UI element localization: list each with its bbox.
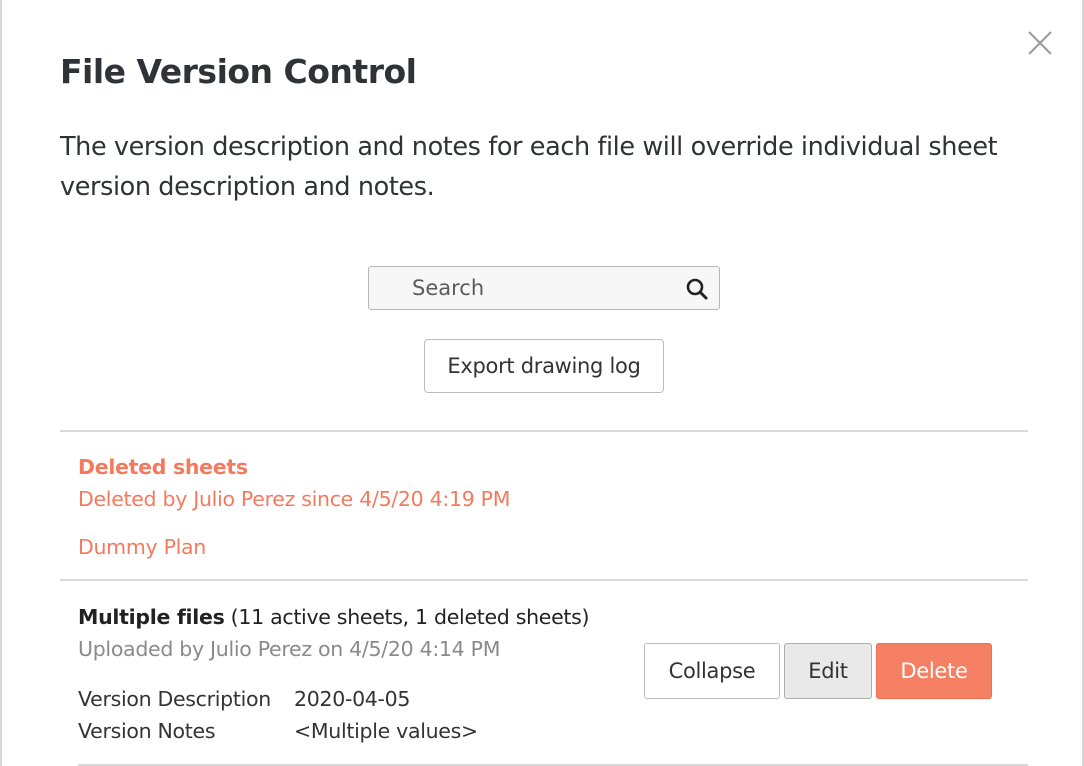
version-description-value: 2020-04-05 bbox=[294, 687, 411, 711]
search-box bbox=[368, 266, 720, 310]
file-group-uploaded-info: Uploaded by Julio Perez on 4/5/20 4:14 P… bbox=[78, 637, 501, 661]
deleted-sheets-title: Deleted sheets bbox=[78, 455, 248, 479]
dialog-title: File Version Control bbox=[60, 52, 417, 91]
version-notes-label: Version Notes bbox=[78, 719, 216, 743]
deleted-sheets-info: Deleted by Julio Perez since 4/5/20 4:19… bbox=[78, 487, 511, 511]
dialog-description: The version description and notes for ea… bbox=[60, 132, 998, 202]
file-group-summary: (11 active sheets, 1 deleted sheets) bbox=[224, 605, 590, 629]
collapse-button[interactable]: Collapse bbox=[644, 643, 780, 699]
edit-button[interactable]: Edit bbox=[784, 643, 872, 699]
version-description-label: Version Description bbox=[78, 687, 271, 711]
close-icon[interactable] bbox=[1024, 28, 1054, 58]
delete-button[interactable]: Delete bbox=[876, 643, 992, 699]
export-drawing-log-button[interactable]: Export drawing log bbox=[424, 339, 664, 393]
divider bbox=[60, 579, 1028, 581]
divider bbox=[60, 430, 1028, 432]
version-notes-value: <Multiple values> bbox=[294, 719, 478, 743]
deleted-sheet-item[interactable]: Dummy Plan bbox=[78, 535, 206, 559]
file-version-control-dialog: File Version Control The version descrip… bbox=[0, 0, 1084, 766]
search-icon[interactable] bbox=[685, 277, 709, 301]
file-group-name: Multiple files bbox=[78, 605, 225, 629]
search-input[interactable] bbox=[370, 268, 670, 308]
file-group-header: Multiple files (11 active sheets, 1 dele… bbox=[78, 605, 590, 629]
